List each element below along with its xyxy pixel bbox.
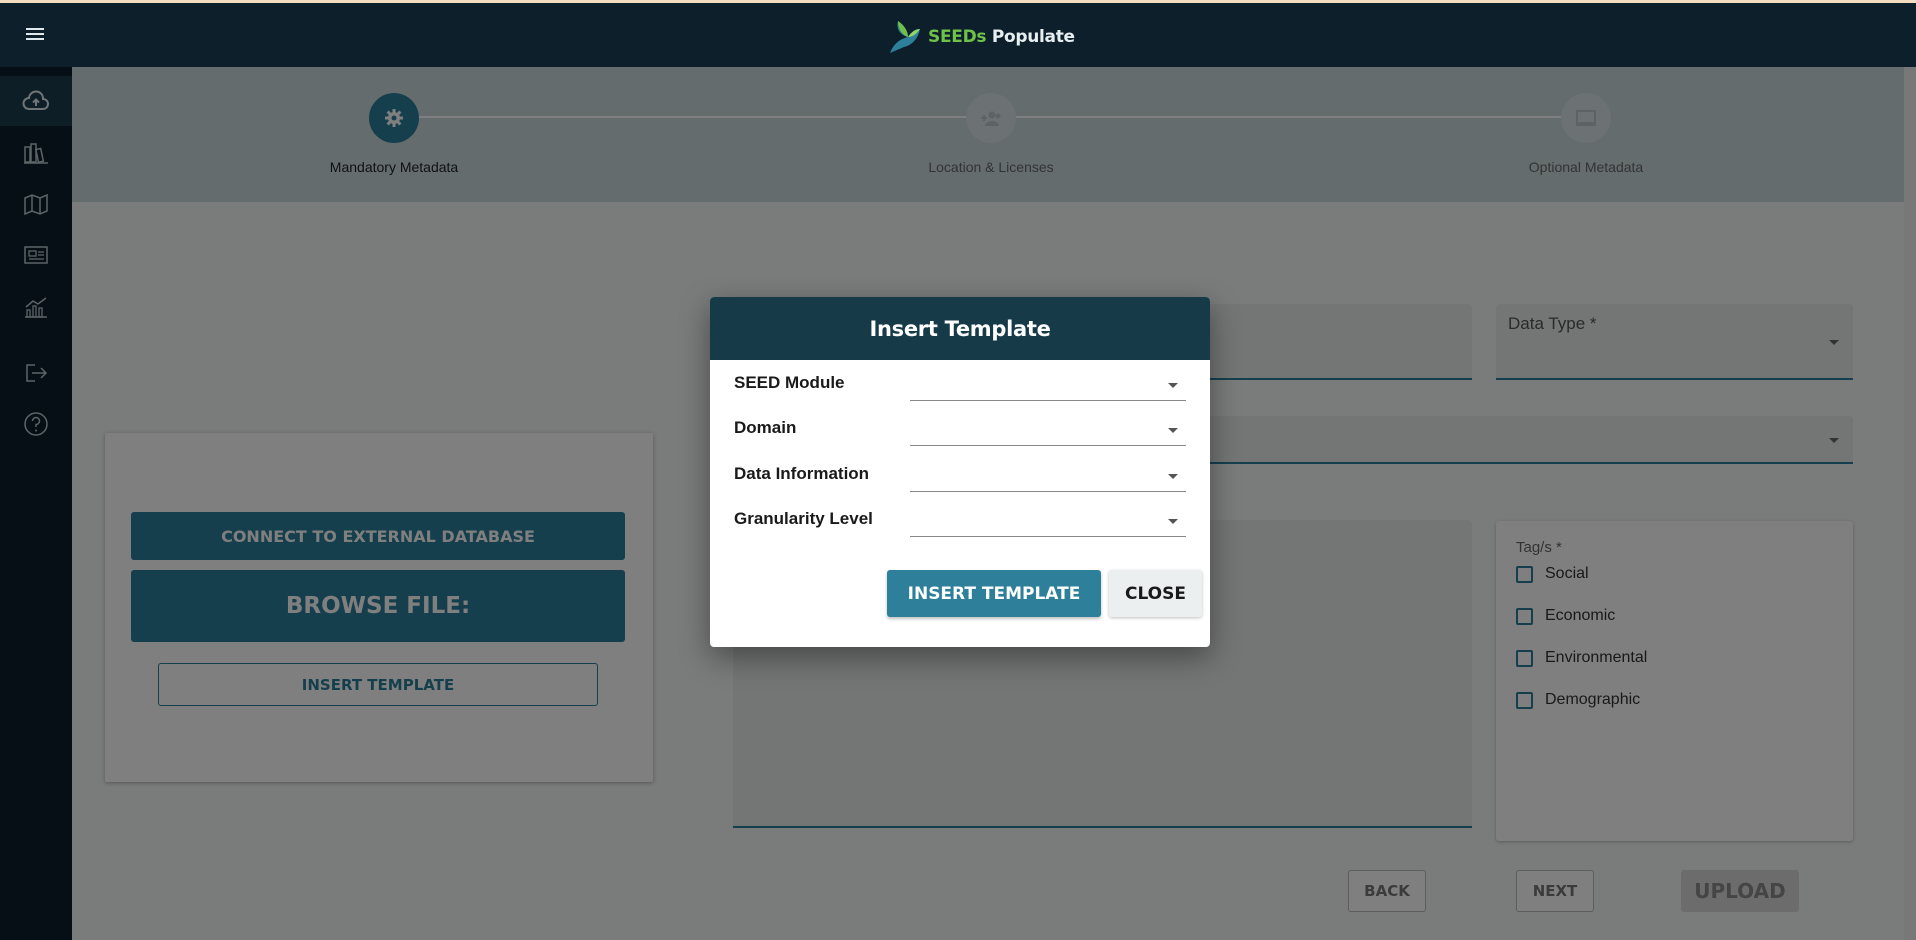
domain-row: Domain: [734, 412, 1186, 446]
domain-select[interactable]: [910, 416, 1186, 446]
domain-label: Domain: [734, 418, 797, 437]
dialog-title: Insert Template: [869, 316, 1051, 341]
chevron-down-icon: [1168, 383, 1178, 388]
granularity-level-select[interactable]: [910, 507, 1186, 537]
leaf-logo-icon: [890, 21, 920, 53]
dialog-header: Insert Template: [710, 297, 1210, 360]
seed-module-select[interactable]: [910, 371, 1186, 401]
granularity-level-row: Granularity Level: [734, 503, 1186, 537]
data-information-select[interactable]: [910, 462, 1186, 492]
insert-template-dialog: Insert Template SEED Module Domain Data …: [710, 297, 1210, 647]
app-logo: SEEDs Populate: [886, 17, 1075, 57]
seed-module-row: SEED Module: [734, 367, 1186, 401]
app-name: SEEDs Populate: [928, 27, 1075, 47]
seed-module-label: SEED Module: [734, 373, 845, 392]
chevron-down-icon: [1168, 474, 1178, 479]
chevron-down-icon: [1168, 519, 1178, 524]
chevron-down-icon: [1168, 428, 1178, 433]
dialog-close-button[interactable]: CLOSE: [1109, 570, 1202, 617]
dialog-insert-template-button[interactable]: INSERT TEMPLATE: [887, 570, 1101, 617]
data-information-row: Data Information: [734, 458, 1186, 492]
data-information-label: Data Information: [734, 464, 870, 483]
menu-icon[interactable]: [22, 25, 48, 45]
granularity-level-label: Granularity Level: [734, 509, 873, 528]
top-app-bar: SEEDs Populate: [0, 3, 1916, 67]
